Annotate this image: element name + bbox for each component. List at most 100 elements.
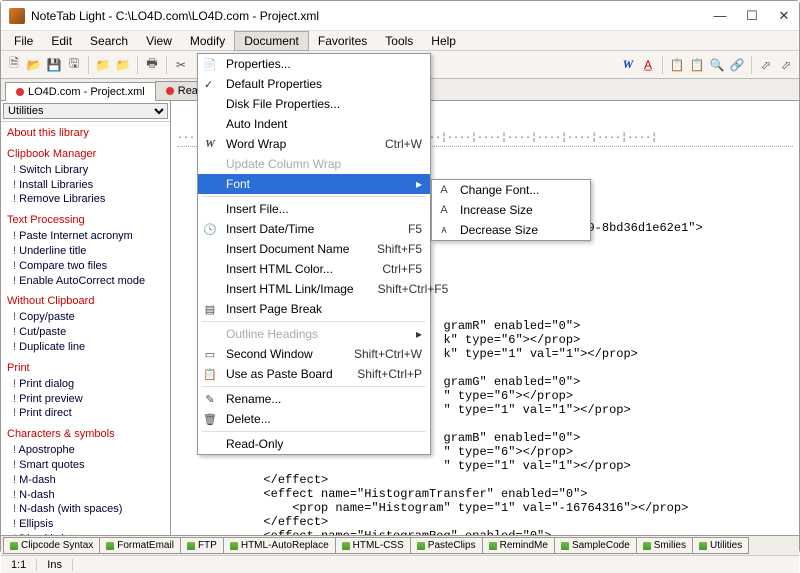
library-tab[interactable]: RemindMe [482,537,555,554]
menu-item[interactable]: ▭Second WindowShift+Ctrl+W [198,344,430,364]
new-icon[interactable]: 🗎 [5,56,23,74]
menu-item[interactable]: Auto Indent [198,114,430,134]
sidebar-item[interactable]: Print preview [7,392,164,407]
menu-icon: ᴀ [436,224,452,236]
tab[interactable]: LO4D.com - Project.xml [5,82,156,101]
library-selector[interactable]: Utilities [3,103,168,119]
menu-item[interactable]: Insert Document NameShift+F5 [198,239,430,259]
menu-item[interactable]: Font▸ [198,174,430,194]
close-button[interactable]: ✕ [777,9,791,23]
menu-label: Second Window [226,347,330,361]
menu-item[interactable]: WWord WrapCtrl+W [198,134,430,154]
menu-item[interactable]: ✓Default Properties [198,74,430,94]
sidebar-item[interactable]: Copy/paste [7,310,164,325]
open-icon[interactable]: 📂 [25,56,43,74]
sidebar-item[interactable]: N-dash [7,488,164,503]
print-icon[interactable]: 🖶 [143,56,161,74]
sidebar-header: About this library [7,126,164,141]
menu-label: Rename... [226,392,422,406]
menu-label: Update Column Wrap [226,157,422,171]
menu-item[interactable]: 🗑Delete... [198,409,430,429]
menu-item[interactable]: AChange Font... [432,180,590,200]
menu-item[interactable]: Read-Only [198,434,430,454]
menu-label: Change Font... [460,183,582,197]
tool1-icon[interactable]: ⬀ [757,56,775,74]
wordwrap-icon[interactable]: W [619,56,637,74]
menu-item[interactable]: 📄Properties... [198,54,430,74]
menu-item[interactable]: AIncrease Size [432,200,590,220]
library-tab[interactable]: Clipcode Syntax [3,537,100,554]
menu-label: Insert Document Name [226,242,353,256]
library-tab-label: HTML-AutoReplace [241,540,329,551]
sidebar-item[interactable]: Ellipsis [7,517,164,532]
saveall-icon[interactable]: 🖫 [65,56,83,74]
sidebar-item[interactable]: Install Libraries [7,178,164,193]
paste2-icon[interactable]: 📋 [688,56,706,74]
link-icon[interactable]: 🔗 [728,56,746,74]
sidebar-item[interactable]: M-dash [7,473,164,488]
sidebar-item[interactable]: Diacritic letter [7,532,164,535]
menu-icon: 🕓 [202,223,218,236]
sidebar-item[interactable]: Smart quotes [7,458,164,473]
menu-item[interactable]: ▤Insert Page Break [198,299,430,319]
library-tab[interactable]: HTML-CSS [335,537,411,554]
library-tab[interactable]: Utilities [692,537,749,554]
menu-tools[interactable]: Tools [376,32,422,50]
copy2-icon[interactable]: 📋 [668,56,686,74]
editor-line: </effect> [177,473,793,487]
menu-item[interactable]: Insert HTML Link/ImageShift+Ctrl+F5 [198,279,430,299]
menu-favorites[interactable]: Favorites [309,32,376,50]
font-icon[interactable]: A̲ [639,56,657,74]
sidebar-item[interactable]: Print dialog [7,377,164,392]
cut-icon[interactable]: ✂ [172,56,190,74]
menu-view[interactable]: View [137,32,181,50]
maximize-button[interactable]: ☐ [745,9,759,23]
sidebar-item[interactable]: Switch Library [7,163,164,178]
menu-item[interactable]: Insert HTML Color...Ctrl+F5 [198,259,430,279]
menu-item[interactable]: Disk File Properties... [198,94,430,114]
statusbar: 1:1 Ins [1,555,799,573]
menu-item[interactable]: Insert File... [198,199,430,219]
menu-document[interactable]: Document [234,31,309,51]
menu-shortcut: Shift+Ctrl+W [354,347,422,361]
save-icon[interactable]: 💾 [45,56,63,74]
menu-item: Update Column Wrap [198,154,430,174]
library-tab[interactable]: PasteClips [410,537,483,554]
sidebar-item[interactable]: Enable AutoCorrect mode [7,274,164,289]
menu-search[interactable]: Search [81,32,137,50]
sidebar-item[interactable]: Underline title [7,244,164,259]
window-title: NoteTab Light - C:\LO4D.com\LO4D.com - P… [31,9,713,23]
menu-item[interactable]: 🕓Insert Date/TimeF5 [198,219,430,239]
library-tab[interactable]: FormatEmail [99,537,181,554]
folder2-icon[interactable]: 📁 [114,56,132,74]
menu-modify[interactable]: Modify [181,32,234,50]
menubar: FileEditSearchViewModifyDocumentFavorite… [1,31,799,51]
sidebar-item[interactable]: Compare two files [7,259,164,274]
library-tab[interactable]: HTML-AutoReplace [223,537,336,554]
menu-item: Outline Headings▸ [198,324,430,344]
sidebar-item[interactable]: Cut/paste [7,325,164,340]
menu-icon: ✎ [202,393,218,406]
menu-edit[interactable]: Edit [42,32,81,50]
sidebar-item[interactable]: Duplicate line [7,340,164,355]
menu-label: Increase Size [460,203,582,217]
menu-item[interactable]: 📋Use as Paste BoardShift+Ctrl+P [198,364,430,384]
find-icon[interactable]: 🔍 [708,56,726,74]
folder-icon[interactable]: 📁 [94,56,112,74]
library-tab[interactable]: SampleCode [554,537,637,554]
minimize-button[interactable]: — [713,9,727,23]
menu-help[interactable]: Help [422,32,465,50]
clipbook-list: About this libraryClipbook ManagerSwitch… [1,122,170,535]
sidebar-item[interactable]: Remove Libraries [7,192,164,207]
sidebar-item[interactable]: Print direct [7,406,164,421]
sidebar-item[interactable]: N-dash (with spaces) [7,502,164,517]
tool2-icon[interactable]: ⬀ [777,56,795,74]
library-tab[interactable]: Smilies [636,537,693,554]
book-icon [106,542,114,550]
menu-item[interactable]: ᴀDecrease Size [432,220,590,240]
menu-item[interactable]: ✎ Rename... [198,389,430,409]
library-tab[interactable]: FTP [180,537,224,554]
sidebar-item[interactable]: Paste Internet acronym [7,229,164,244]
sidebar-item[interactable]: Apostrophe [7,443,164,458]
menu-file[interactable]: File [5,32,42,50]
